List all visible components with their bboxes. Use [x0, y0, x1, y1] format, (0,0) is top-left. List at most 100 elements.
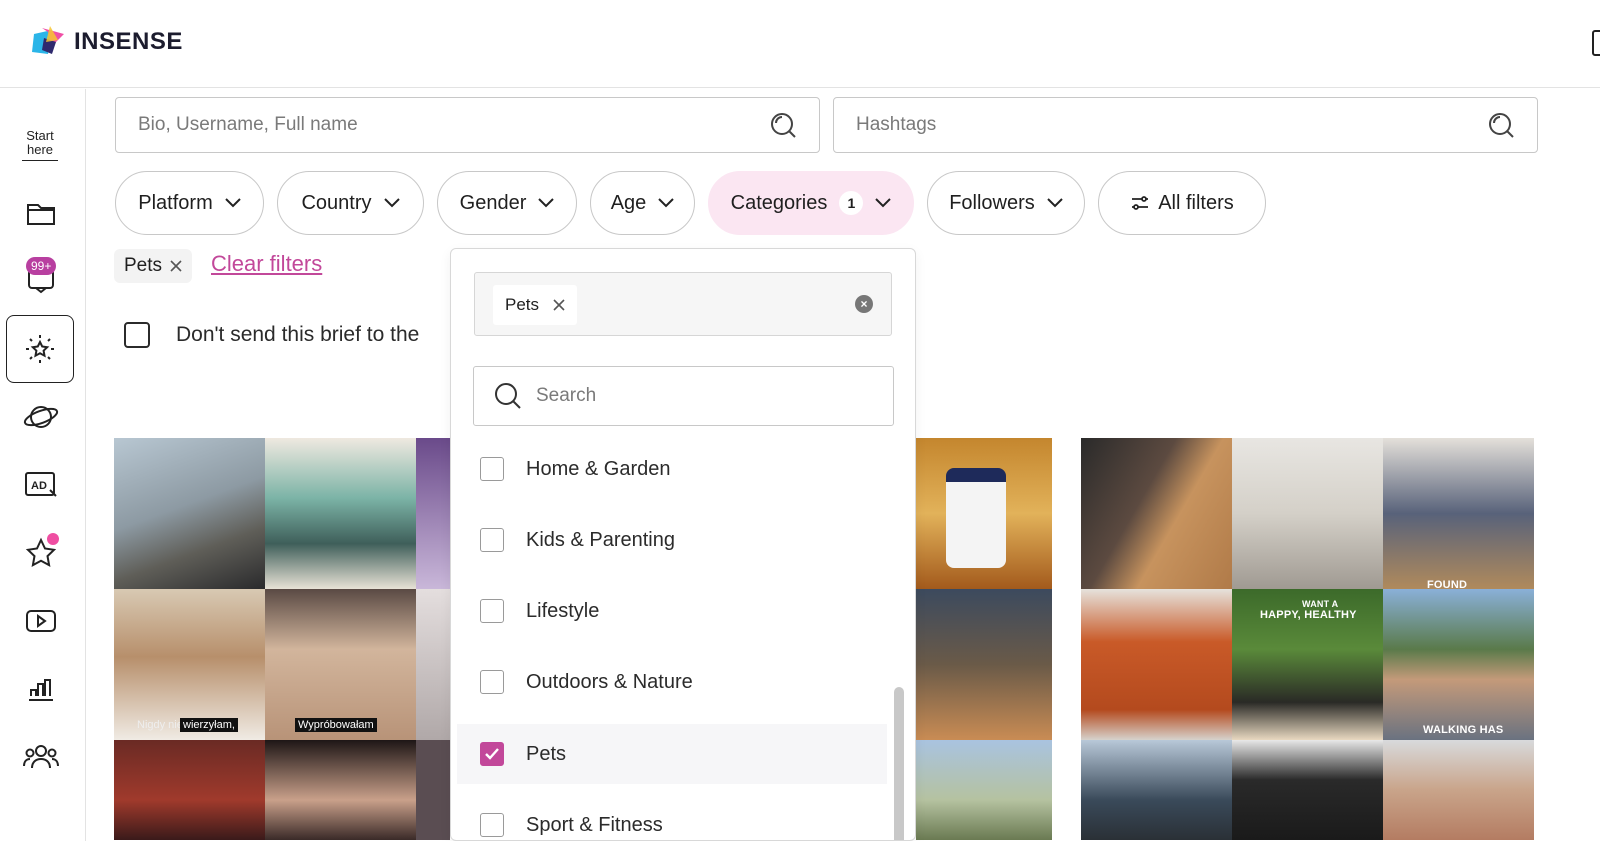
hashtags-placeholder: Hashtags	[856, 114, 937, 135]
category-checkbox[interactable]	[480, 528, 504, 552]
media-thumbnail[interactable]	[114, 438, 265, 589]
media-thumbnail[interactable]	[265, 740, 416, 840]
followers-filter[interactable]: Followers	[927, 171, 1085, 235]
media-thumbnail[interactable]: Nigdy nie wierzyłam,	[114, 589, 265, 740]
media-thumbnail[interactable]	[916, 438, 1052, 589]
all-filters-label: All filters	[1158, 191, 1234, 214]
media-thumbnail[interactable]	[1232, 438, 1383, 589]
chevron-down-icon	[1047, 198, 1063, 208]
media-thumbnail[interactable]	[416, 740, 450, 840]
category-option-sport-fitness[interactable]: Sport & Fitness	[457, 795, 887, 840]
active-filter-chip-label: Pets	[124, 255, 163, 276]
dont-send-brief-option[interactable]: Don't send this brief to the	[124, 322, 419, 348]
sidebar-item-explore[interactable]	[0, 389, 82, 445]
media-thumbnail[interactable]: Wypróbowałam	[265, 589, 416, 740]
notification-dot	[47, 533, 59, 545]
media-thumbnail[interactable]	[1081, 438, 1232, 589]
category-option-label: Outdoors & Nature	[526, 670, 693, 693]
country-filter[interactable]: Country	[277, 171, 424, 235]
brand-name: INSENSE	[74, 28, 183, 55]
creator-media-grid-1: Nigdy nie wierzyłam, Wypróbowałam	[114, 438, 450, 840]
planet-icon	[23, 406, 59, 428]
folder-icon	[27, 204, 55, 225]
sidebar-item-creators[interactable]	[6, 315, 74, 383]
category-option-label: Kids & Parenting	[526, 528, 675, 551]
messages-badge: 99+	[26, 257, 57, 275]
category-option-kids-parenting[interactable]: Kids & Parenting	[457, 510, 887, 570]
close-icon	[553, 299, 565, 311]
age-filter-label: Age	[610, 191, 647, 214]
chevron-down-icon	[538, 198, 555, 208]
category-option-label: Lifestyle	[526, 599, 600, 622]
dropdown-scrollbar[interactable]	[894, 687, 904, 840]
selected-category-chip[interactable]: Pets	[493, 285, 578, 325]
sidebar-item-videos[interactable]	[0, 593, 82, 649]
gender-filter-label: Gender	[459, 191, 527, 214]
categories-filter[interactable]: Categories 1	[708, 171, 914, 235]
dont-send-brief-label: Don't send this brief to the	[176, 323, 420, 346]
sidebar-item-analytics[interactable]	[0, 661, 82, 717]
insense-logo-icon	[30, 24, 68, 60]
sidebar-item-favorites[interactable]	[0, 525, 82, 581]
category-checkbox[interactable]	[480, 670, 504, 694]
media-thumbnail[interactable]	[916, 589, 1052, 740]
media-thumbnail[interactable]	[1232, 740, 1383, 840]
category-option-lifestyle[interactable]: Lifestyle	[457, 581, 887, 641]
followers-filter-label: Followers	[949, 191, 1035, 214]
sidebar-item-start-here[interactable]: Start here	[22, 129, 58, 161]
creator-search-input[interactable]: Bio, Username, Full name	[115, 97, 820, 153]
category-option-pets[interactable]: Pets	[457, 724, 887, 784]
media-thumbnail[interactable]	[416, 438, 450, 589]
hashtags-search-input[interactable]: Hashtags	[833, 97, 1538, 153]
category-checkbox[interactable]	[480, 599, 504, 623]
media-thumbnail[interactable]: FOUND	[1383, 438, 1534, 589]
people-icon	[23, 745, 59, 769]
sidebar-item-team[interactable]	[0, 729, 82, 785]
media-thumbnail[interactable]: WALKING HAS	[1383, 589, 1534, 740]
media-thumbnail[interactable]	[265, 438, 416, 589]
active-filter-chip[interactable]: Pets	[114, 249, 193, 283]
category-checkbox[interactable]	[480, 813, 504, 837]
video-caption: Nigdy nie	[137, 719, 183, 731]
chevron-down-icon	[225, 198, 241, 208]
age-filter[interactable]: Age	[590, 171, 695, 235]
category-option-outdoors-nature[interactable]: Outdoors & Nature	[457, 652, 887, 712]
selected-categories-box[interactable]: Pets ×	[474, 272, 892, 336]
video-caption: Wypróbowałam	[295, 718, 377, 732]
creator-media-grid-3: FOUND WANT A HAPPY, HEALTHY WALKING HAS	[1081, 438, 1534, 840]
ad-icon: AD	[25, 472, 57, 497]
categories-count-badge: 1	[839, 191, 864, 215]
media-thumbnail[interactable]	[416, 589, 450, 740]
all-filters-button[interactable]: All filters	[1098, 171, 1266, 235]
star-burst-icon	[26, 335, 54, 363]
chevron-down-icon	[383, 198, 400, 208]
category-search-input[interactable]: Search	[473, 366, 894, 426]
clear-selection-icon[interactable]: ×	[855, 295, 873, 313]
sidebar-item-campaigns[interactable]	[0, 185, 82, 241]
media-thumbnail[interactable]	[916, 740, 1052, 840]
video-overlay-text: HAPPY, HEALTHY	[1260, 609, 1357, 621]
media-thumbnail[interactable]	[1081, 589, 1232, 740]
sidebar-item-ads[interactable]: AD	[0, 457, 82, 513]
dont-send-brief-checkbox[interactable]	[124, 322, 150, 348]
category-search-placeholder: Search	[536, 385, 597, 406]
media-thumbnail[interactable]	[1081, 740, 1232, 840]
category-option-home-garden[interactable]: Home & Garden	[457, 439, 887, 499]
window-icon[interactable]	[1592, 30, 1600, 56]
video-overlay-text: FOUND	[1427, 579, 1468, 589]
sliders-icon	[1132, 196, 1149, 210]
chevron-down-icon	[875, 198, 892, 208]
creator-media-grid-2	[916, 438, 1052, 840]
media-thumbnail[interactable]	[1383, 740, 1534, 840]
category-checkbox[interactable]	[480, 457, 504, 481]
clear-filters-link[interactable]: Clear filters	[211, 251, 322, 277]
logo[interactable]: INSENSE	[30, 24, 183, 60]
gender-filter[interactable]: Gender	[437, 171, 577, 235]
platform-filter[interactable]: Platform	[115, 171, 264, 235]
media-thumbnail[interactable]: WANT A HAPPY, HEALTHY	[1232, 589, 1383, 740]
search-icon	[495, 383, 521, 409]
media-thumbnail[interactable]	[114, 740, 265, 840]
category-checkbox-checked[interactable]	[480, 742, 504, 766]
chevron-down-icon	[658, 198, 675, 208]
video-caption: wierzyłam,	[180, 718, 238, 732]
